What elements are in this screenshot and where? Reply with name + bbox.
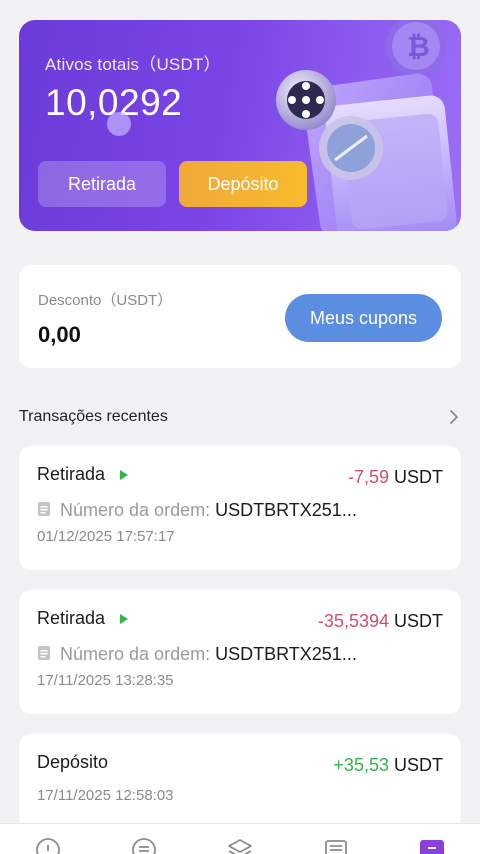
wallet-icon[interactable] [419, 836, 445, 854]
order-number: Número da ordem: USDTBRTX251... [37, 500, 357, 521]
discount-card: Desconto（USDT） 0,00 Meus cupons [19, 265, 461, 368]
discount-value: 0,00 [38, 322, 81, 347]
transaction-type: Depósito [37, 752, 109, 772]
document-icon [38, 502, 50, 516]
my-coupons-button[interactable]: Meus cupons [285, 294, 442, 342]
transaction-type: Retirada [37, 464, 106, 484]
transaction-amount: -35,5394 USDT [317, 611, 443, 631]
play-icon [120, 470, 128, 480]
order-number-label: Número da ordem: [60, 644, 211, 664]
inbox-icon[interactable] [323, 836, 349, 854]
transaction-item[interactable]: Retirada -35,5394 USDT Número da ordem: … [19, 590, 461, 714]
discount-label: Desconto（USDT） [38, 292, 173, 309]
order-number-value: USDTBRTX251... [215, 644, 357, 664]
total-assets-label: Ativos totais（USDT） [45, 55, 221, 74]
withdraw-button[interactable]: Retirada [38, 161, 166, 207]
recent-transactions-title: Transações recentes [19, 408, 168, 425]
total-assets-card: ₿ Ativos totais（USDT） 10,0292 Retirada D… [19, 20, 461, 231]
transaction-type: Retirada [37, 608, 106, 628]
layers-icon[interactable] [227, 836, 253, 854]
chevron-right-icon[interactable] [447, 408, 461, 426]
bottom-navigation [0, 823, 480, 854]
home-icon[interactable] [35, 836, 61, 854]
deposit-button[interactable]: Depósito [179, 161, 307, 207]
transaction-date: 01/12/2025 17:57:17 [37, 528, 175, 545]
touch-indicator [107, 112, 131, 136]
recent-transactions-header[interactable]: Transações recentes [19, 406, 461, 430]
exchange-icon[interactable] [131, 836, 157, 854]
play-icon [120, 614, 128, 624]
transaction-date: 17/11/2025 12:58:03 [37, 787, 174, 804]
order-number-label: Número da ordem: [60, 500, 211, 520]
transaction-item[interactable]: Retirada -7,59 USDT Número da ordem: USD… [19, 446, 461, 570]
transaction-amount: +35,53 USDT [333, 755, 443, 775]
order-number: Número da ordem: USDTBRTX251... [37, 644, 357, 665]
transaction-amount: -7,59 USDT [347, 467, 443, 487]
document-icon [38, 646, 50, 660]
order-number-value: USDTBRTX251... [215, 500, 357, 520]
transaction-date: 17/11/2025 13:28:35 [37, 672, 174, 689]
svg-text:₿: ₿ [407, 30, 430, 63]
